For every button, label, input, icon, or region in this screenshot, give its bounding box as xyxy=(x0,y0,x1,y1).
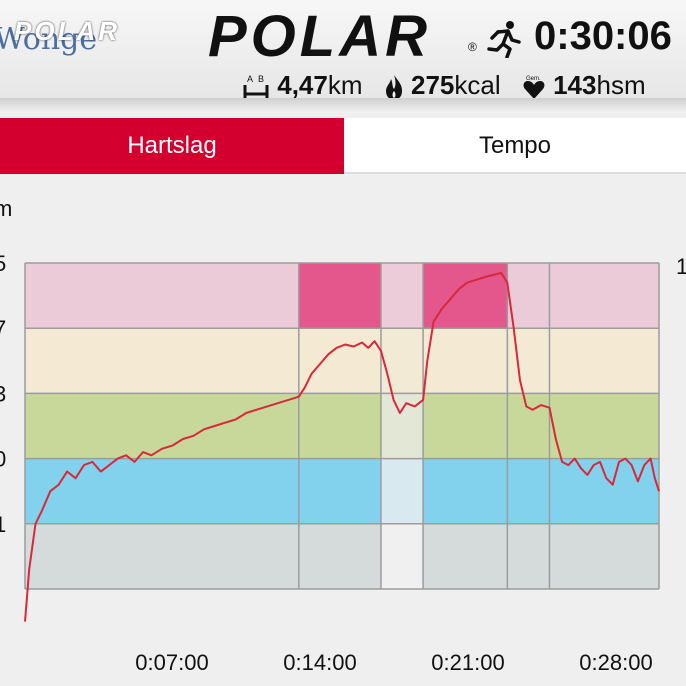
y-axis-tick-label: 1 xyxy=(0,512,6,537)
y-axis-tick-label: 0 xyxy=(0,447,6,472)
x-axis-tick-label: 0:21:00 xyxy=(431,650,504,675)
y-axis-tick-label: 7 xyxy=(0,316,6,341)
zone-band xyxy=(423,328,508,394)
zone-band xyxy=(507,523,550,589)
x-axis-ticks: 0:07:00 0:14:00 0:21:00 0:28:00 xyxy=(135,650,652,675)
svg-text:B: B xyxy=(258,74,264,84)
right-axis-label: 1 xyxy=(676,254,686,279)
zone-bands xyxy=(25,263,659,589)
y-axis-tick-label: 5 xyxy=(0,251,6,276)
x-axis-tick-label: 0:14:00 xyxy=(283,650,356,675)
polar-logo: POLAR xyxy=(208,4,431,69)
zone-band xyxy=(549,263,659,329)
zone-band xyxy=(25,328,299,394)
workout-duration: 0:30:06 xyxy=(534,14,672,58)
calories-unit: kcal xyxy=(454,70,501,100)
zone-band xyxy=(549,393,659,459)
workout-stats: A B 4,47km 275kcal Gem. 143hsm xyxy=(242,70,646,101)
x-axis-tick-label: 0:07:00 xyxy=(135,650,208,675)
tab-pace[interactable]: Tempo xyxy=(344,118,686,174)
zone-band xyxy=(298,263,381,329)
zone-band xyxy=(507,328,550,394)
y-axis-tick-label: 3 xyxy=(0,381,6,406)
flame-icon xyxy=(385,75,402,101)
calories-value: 275 xyxy=(410,70,455,100)
zone-band xyxy=(25,523,299,589)
zone-band xyxy=(507,263,550,329)
y-axis-ticks: 5 7 3 0 1 xyxy=(0,251,6,537)
zone-band xyxy=(423,393,508,459)
distance-unit: km xyxy=(327,70,363,100)
zone-band xyxy=(549,523,659,589)
registered-mark: ® xyxy=(468,40,477,54)
header-shadow xyxy=(0,98,686,113)
heart-rate-chart: m 5 7 3 0 1 1 0:07:00 0:14:00 0:21:00 0:28:00 xyxy=(0,196,686,675)
zone-band xyxy=(549,328,659,394)
zone-band xyxy=(380,458,424,524)
zone-band xyxy=(507,458,550,524)
zone-band xyxy=(25,458,299,524)
svg-text:A: A xyxy=(247,74,253,84)
app-header: Wonge POLAR POLAR ® 0:30:06 A B 4,47km 2… xyxy=(0,0,686,113)
heart-average-icon: Gem. xyxy=(523,76,545,100)
avg-hr-value: 143 xyxy=(553,70,597,100)
polar-small-logo: POLAR xyxy=(14,16,120,46)
zone-band xyxy=(298,523,381,589)
zone-band xyxy=(298,328,381,394)
tab-bar: Hartslag Tempo xyxy=(0,118,686,174)
zone-band xyxy=(25,263,299,329)
zone-band xyxy=(380,393,424,459)
tab-heart-rate[interactable]: Hartslag xyxy=(0,118,344,174)
zone-band xyxy=(423,458,508,524)
zone-band xyxy=(423,523,508,589)
running-icon xyxy=(487,21,521,58)
zone-band xyxy=(507,393,550,459)
zone-band xyxy=(380,263,424,329)
zone-band xyxy=(298,393,381,459)
x-axis-tick-label: 0:28:00 xyxy=(579,650,652,675)
zone-band xyxy=(380,328,424,394)
distance-value: 4,47 xyxy=(277,70,328,100)
distance-icon: A B xyxy=(243,74,269,100)
avg-hr-unit: hsm xyxy=(596,70,646,100)
zone-band xyxy=(298,458,381,524)
y-axis-unit-label: m xyxy=(0,196,12,221)
zone-band xyxy=(380,523,424,589)
